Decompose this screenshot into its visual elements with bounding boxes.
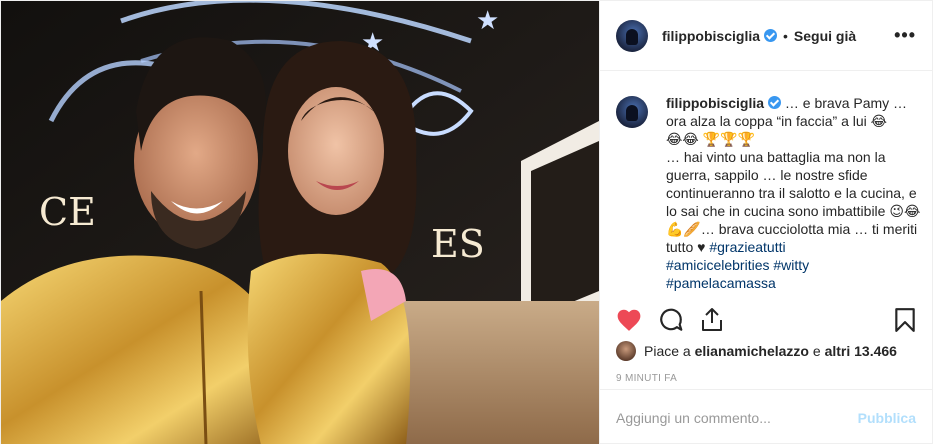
more-options-icon[interactable]: ••• xyxy=(894,25,916,46)
action-bar xyxy=(616,303,916,337)
caption: filippobisciglia … e brava Pamy … ora al… xyxy=(616,94,922,291)
post-timestamp[interactable]: 9 MINUTI FA xyxy=(616,373,677,384)
bookmark-icon[interactable] xyxy=(894,307,916,333)
hashtag[interactable]: #pamelacamassa xyxy=(666,275,776,291)
likes-count[interactable]: altri 13.466 xyxy=(825,343,897,359)
liker-avatar[interactable] xyxy=(616,341,636,361)
svg-text:★: ★ xyxy=(476,6,499,36)
separator-dot: • xyxy=(783,27,788,44)
hashtag[interactable]: #amicicelebrities xyxy=(666,257,769,273)
heart-icon[interactable] xyxy=(616,308,642,332)
likes-prefix: Piace a xyxy=(644,343,691,359)
comment-bar: Pubblica xyxy=(600,389,932,444)
hashtag[interactable]: #witty xyxy=(773,257,809,273)
share-icon[interactable] xyxy=(700,307,724,333)
post-sidebar: filippobisciglia • Segui già ••• filippo… xyxy=(599,1,932,444)
caption-line-3: … hai vinto una battaglia ma non la guer… xyxy=(666,149,921,255)
post-photo[interactable]: ★ ★ CE ES xyxy=(1,1,599,444)
follow-button[interactable]: Segui già xyxy=(794,28,856,44)
likes-connector: e xyxy=(812,343,821,359)
publish-button[interactable]: Pubblica xyxy=(858,410,916,426)
caption-text: filippobisciglia … e brava Pamy … ora al… xyxy=(666,94,922,291)
likes-summary: Piace a elianamichelazzo e altri 13.466 xyxy=(616,341,897,361)
comment-input[interactable] xyxy=(616,409,858,426)
verified-badge-icon xyxy=(764,29,778,42)
verified-badge-icon xyxy=(768,96,782,109)
photo-illustration: ★ ★ CE ES xyxy=(1,1,599,444)
liker-username[interactable]: elianamichelazzo xyxy=(695,343,809,359)
sign-letters-right: ES xyxy=(431,222,485,266)
author-username[interactable]: filippobisciglia xyxy=(662,28,760,44)
instagram-post: ★ ★ CE ES filippobisciglia • Segui già •… xyxy=(0,0,933,444)
post-header: filippobisciglia • Segui già ••• xyxy=(600,1,932,71)
comment-icon[interactable] xyxy=(658,307,684,333)
hashtag[interactable]: #grazieatutti xyxy=(709,239,785,255)
caption-username[interactable]: filippobisciglia xyxy=(666,95,764,111)
caption-line-2: 😂😂 🏆🏆🏆 xyxy=(666,131,755,147)
caption-avatar[interactable] xyxy=(616,96,648,128)
author-avatar[interactable] xyxy=(616,19,648,52)
sign-letters-left: CE xyxy=(39,190,96,234)
